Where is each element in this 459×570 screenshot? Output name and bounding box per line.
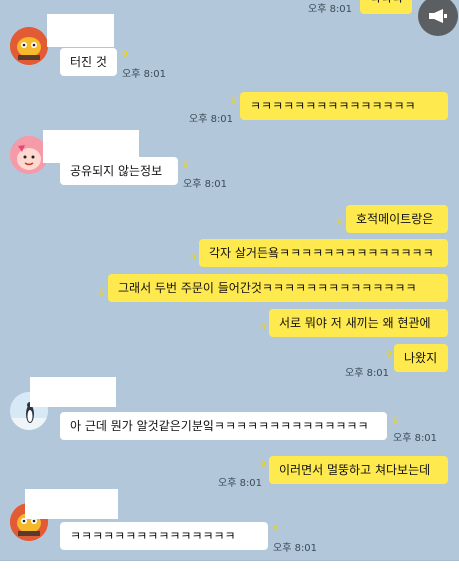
notice-button[interactable] xyxy=(418,0,458,36)
unread-count: 9 xyxy=(337,219,343,229)
unread-count: 9 xyxy=(231,96,237,106)
message-time: 오후 8:01 xyxy=(218,478,263,489)
unread-count: 9 xyxy=(260,460,266,470)
message-text: ㅋㅋㅋㅋㅋㅋㅋㅋㅋㅋㅋㅋㅋㅋㅋ xyxy=(250,99,416,113)
message-time: 오후 8:01 xyxy=(308,4,353,15)
message-text: 서로 뭐야 저 새끼는 왜 현관에 xyxy=(279,316,431,330)
message-text: ㅋㅋㅋㅋㅋㅋㅋㅋㅋㅋㅋㅋㅋㅋㅋ xyxy=(70,529,236,543)
message-text: 터진 것 xyxy=(70,55,107,69)
message-text: 그래서 두번 주문이 들어간것ㅋㅋㅋㅋㅋㅋㅋㅋㅋㅋㅋㅋㅋㅋ xyxy=(118,281,417,295)
unread-count: 9 xyxy=(393,416,399,426)
friend-message-bubble[interactable]: 터진 것 xyxy=(60,48,117,76)
sender-name xyxy=(30,377,116,407)
message-time: 오후 8:01 xyxy=(183,179,228,190)
message-time: 오후 8:01 xyxy=(345,368,390,379)
unread-count: 9 xyxy=(190,253,196,263)
message-text: 호적메이트랑은 xyxy=(356,212,434,226)
my-message-bubble[interactable]: 이러면서 멀뚱하고 쳐다보는데 xyxy=(269,456,448,484)
my-message-bubble[interactable]: 각자 살거든욬ㅋㅋㅋㅋㅋㅋㅋㅋㅋㅋㅋㅋㅋㅋ xyxy=(199,239,448,267)
unread-count: 9 xyxy=(183,160,189,170)
unread-count: 9 xyxy=(386,350,392,360)
sender-name xyxy=(47,14,114,47)
megaphone-icon xyxy=(427,8,449,28)
friend-message-bubble[interactable]: ㅋㅋㅋㅋㅋㅋㅋㅋㅋㅋㅋㅋㅋㅋㅋ xyxy=(60,522,268,550)
unread-count: 9 xyxy=(273,525,279,535)
unread-count: 9 xyxy=(122,50,128,60)
message-time: 오후 8:01 xyxy=(122,69,167,80)
friend-message-bubble[interactable]: 공유되지 않는정보 xyxy=(60,157,178,185)
message-text: 나왔지 xyxy=(404,351,438,365)
my-message-bubble[interactable]: 나왔지 xyxy=(394,344,448,372)
my-message-bubble[interactable]: ㅋㅋㅋㅋㅋㅋㅋㅋㅋㅋㅋㅋㅋㅋㅋ xyxy=(240,92,448,120)
my-message-bubble[interactable]: 호적메이트랑은 xyxy=(346,205,448,233)
friend-message-bubble[interactable]: 아 근데 뭔가 알것같은기분잌ㅋㅋㅋㅋㅋㅋㅋㅋㅋㅋㅋㅋㅋㅋ xyxy=(60,412,387,440)
message-text: 공유되지 않는정보 xyxy=(70,164,163,178)
message-time: 오후 8:01 xyxy=(393,433,438,444)
message-time: 오후 8:01 xyxy=(189,114,234,125)
message-text: ㅋㅋㅋㅋㅋㅋㅋㅋㅋㅋㅋㅋㅋㅋㅋ xyxy=(370,0,402,7)
unread-count: 9 xyxy=(99,288,105,298)
sender-name xyxy=(25,489,118,519)
my-message-bubble[interactable]: 서로 뭐야 저 새끼는 왜 현관에 xyxy=(269,309,448,337)
my-message-bubble[interactable]: 그래서 두번 주문이 들어간것ㅋㅋㅋㅋㅋㅋㅋㅋㅋㅋㅋㅋㅋㅋ xyxy=(108,274,448,302)
message-time: 오후 8:01 xyxy=(273,543,318,554)
my-message-bubble[interactable]: ㅋㅋㅋㅋㅋㅋㅋㅋㅋㅋㅋㅋㅋㅋㅋ xyxy=(360,0,412,14)
message-text: 이러면서 멀뚱하고 쳐다보는데 xyxy=(279,463,431,477)
message-text: 각자 살거든욬ㅋㅋㅋㅋㅋㅋㅋㅋㅋㅋㅋㅋㅋㅋ xyxy=(209,246,434,260)
unread-count: 9 xyxy=(260,323,266,333)
avatar[interactable] xyxy=(10,27,48,65)
message-text: 아 근데 뭔가 알것같은기분잌ㅋㅋㅋㅋㅋㅋㅋㅋㅋㅋㅋㅋㅋㅋ xyxy=(70,419,369,433)
